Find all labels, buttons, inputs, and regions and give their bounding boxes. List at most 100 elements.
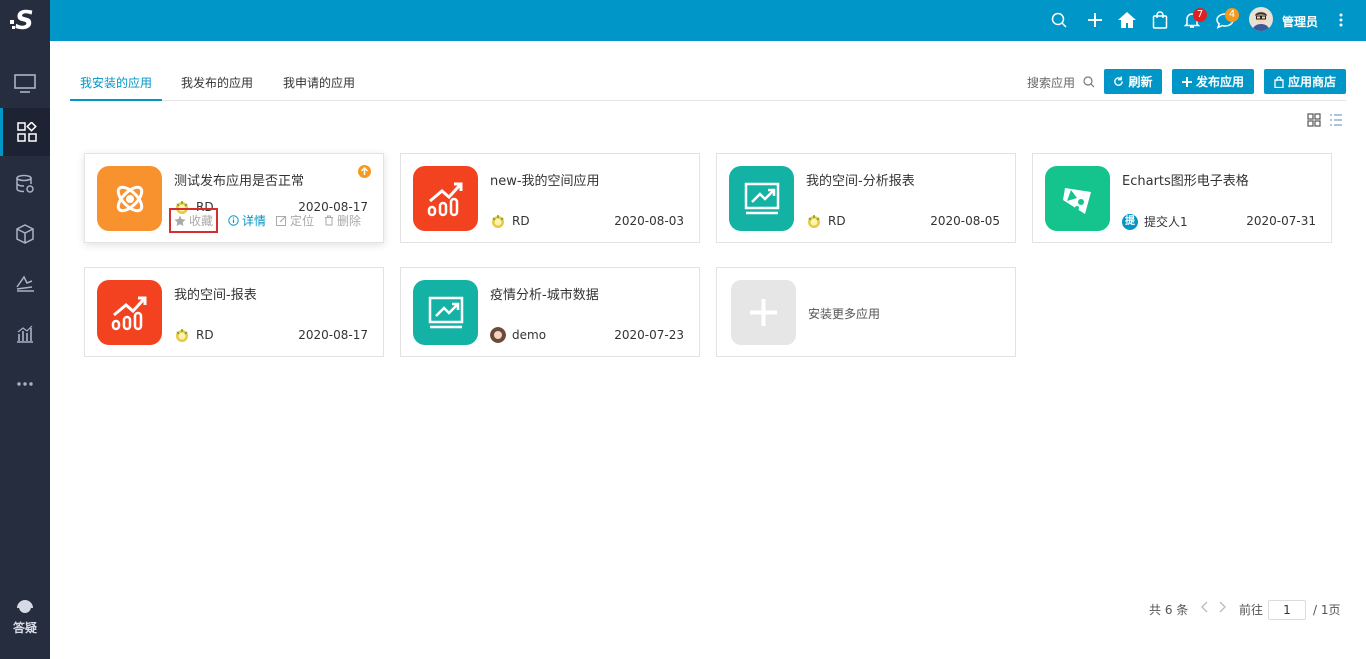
- app-title: 我的空间-分析报表: [806, 174, 915, 189]
- app-store-button[interactable]: 应用商店: [1264, 69, 1346, 94]
- app-card[interactable]: new-我的空间应用 RD 2020-08-03: [400, 153, 700, 243]
- bar-chart-icon: [17, 325, 33, 343]
- help-button[interactable]: 答疑: [0, 598, 50, 648]
- app-title: Echarts图形电子表格: [1122, 174, 1249, 189]
- notification-badge: 7: [1193, 8, 1207, 22]
- info-icon: [228, 215, 239, 226]
- sidebar-item-apps[interactable]: [0, 108, 50, 156]
- app-date: 2020-08-03: [614, 214, 684, 228]
- search-apps[interactable]: 搜索应用: [1027, 74, 1095, 91]
- app-owner: demo: [490, 327, 546, 343]
- owner-avatar: [176, 329, 188, 342]
- cube-cut-icon: [1045, 166, 1110, 231]
- app-card[interactable]: Echarts图形电子表格 提 提交人1 2020-07-31: [1032, 153, 1332, 243]
- trash-icon: [325, 215, 334, 226]
- prev-page-button[interactable]: [1201, 601, 1209, 616]
- owner-name: RD: [828, 214, 846, 228]
- home-button[interactable]: [1117, 10, 1137, 30]
- sidebar-item-cube[interactable]: [0, 210, 50, 258]
- app-date: 2020-07-23: [614, 328, 684, 342]
- cube-icon: [16, 224, 34, 244]
- upgrade-badge-icon[interactable]: [358, 165, 371, 178]
- plus-icon: [1181, 76, 1192, 87]
- more-vert-icon: [1339, 13, 1343, 27]
- install-more-card[interactable]: 安装更多应用: [716, 267, 1016, 357]
- favorite-label: 收藏: [189, 214, 214, 228]
- app-title: 疫情分析-城市数据: [490, 288, 599, 303]
- chevron-left-icon: [1201, 601, 1208, 613]
- sidebar-item-more[interactable]: [0, 360, 50, 408]
- owner-avatar: [492, 215, 504, 228]
- refresh-button[interactable]: 刷新: [1104, 69, 1162, 94]
- sidebar-item-layers[interactable]: [0, 260, 50, 308]
- card-actions: 收藏 详情 定位 删除: [169, 207, 361, 234]
- pager-pages: / 1页: [1313, 603, 1341, 617]
- help-label: 答疑: [12, 621, 37, 635]
- growth-chart-icon: [413, 166, 478, 231]
- home-icon: [1118, 12, 1136, 28]
- owner-name: 提交人1: [1144, 215, 1188, 229]
- trend-board-icon: [413, 280, 478, 345]
- sidebar-item-database[interactable]: [0, 160, 50, 208]
- publish-label: 发布应用: [1195, 75, 1244, 89]
- detail-label: 详情: [242, 214, 267, 228]
- owner-name: RD: [196, 328, 214, 342]
- app-owner: RD: [174, 327, 214, 343]
- detail-button[interactable]: 详情: [228, 212, 266, 229]
- store-label: 应用商店: [1287, 75, 1336, 89]
- owner-name: RD: [512, 214, 530, 228]
- delete-button[interactable]: 删除: [324, 212, 361, 229]
- add-box: [731, 280, 796, 345]
- app-owner: 提 提交人1: [1122, 213, 1188, 230]
- top-bar: 7 4 管理员: [50, 0, 1366, 41]
- app-owner: RD: [490, 213, 530, 229]
- app-owner: RD: [806, 213, 846, 229]
- more-menu-button[interactable]: [1331, 10, 1351, 30]
- star-icon: [174, 215, 186, 226]
- list-view-toggle[interactable]: [1329, 113, 1343, 127]
- atom-icon: [97, 166, 162, 231]
- next-page-button[interactable]: [1218, 601, 1226, 616]
- app-date: 2020-08-05: [930, 214, 1000, 228]
- store-button[interactable]: [1150, 10, 1170, 30]
- sidebar-item-chart[interactable]: [0, 310, 50, 358]
- add-button[interactable]: [1085, 10, 1105, 30]
- app-card[interactable]: 我的空间-报表 RD 2020-08-17: [84, 267, 384, 357]
- user-name[interactable]: 管理员: [1282, 13, 1318, 30]
- monitor-icon: [14, 74, 36, 93]
- app-card[interactable]: 测试发布应用是否正常 RD 2020-08-17 收藏 详情 定位 删除: [84, 153, 384, 243]
- search-icon: [1083, 76, 1095, 88]
- tab-published[interactable]: 我发布的应用: [181, 74, 253, 91]
- favorite-button[interactable]: 收藏: [169, 208, 219, 233]
- avatar[interactable]: [1249, 7, 1273, 31]
- app-title: 测试发布应用是否正常: [174, 174, 305, 189]
- sidebar: S 答疑: [0, 0, 50, 659]
- app-title: new-我的空间应用: [490, 174, 600, 189]
- page-number-input[interactable]: 1: [1268, 600, 1306, 620]
- owner-avatar: 提: [1122, 213, 1138, 230]
- search-apps-label: 搜索应用: [1027, 76, 1076, 90]
- app-date: 2020-07-31: [1246, 214, 1316, 228]
- bag-icon: [1152, 11, 1168, 29]
- logo[interactable]: S: [0, 0, 50, 41]
- locate-button[interactable]: 定位: [276, 212, 314, 229]
- tab-applied[interactable]: 我申请的应用: [283, 74, 355, 91]
- trend-board-icon: [729, 166, 794, 231]
- chevron-right-icon: [1219, 601, 1226, 613]
- install-more-label: 安装更多应用: [808, 307, 881, 321]
- app-card[interactable]: 疫情分析-城市数据 demo 2020-07-23: [400, 267, 700, 357]
- search-button[interactable]: [1049, 10, 1069, 30]
- headset-icon: [17, 600, 33, 613]
- plus-icon: [750, 299, 777, 326]
- layers-icon: [16, 275, 34, 292]
- app-card[interactable]: 我的空间-分析报表 RD 2020-08-05: [716, 153, 1016, 243]
- pager-goto-label: 前往: [1239, 603, 1264, 617]
- database-icon: [16, 174, 34, 193]
- pager-total: 共 6 条: [1149, 603, 1189, 617]
- publish-app-button[interactable]: 发布应用: [1172, 69, 1254, 94]
- tab-installed[interactable]: 我安装的应用: [80, 74, 152, 91]
- list-icon: [1330, 114, 1342, 126]
- message-badge: 4: [1225, 8, 1239, 22]
- sidebar-item-monitor[interactable]: [0, 60, 50, 108]
- grid-view-toggle[interactable]: [1307, 113, 1321, 127]
